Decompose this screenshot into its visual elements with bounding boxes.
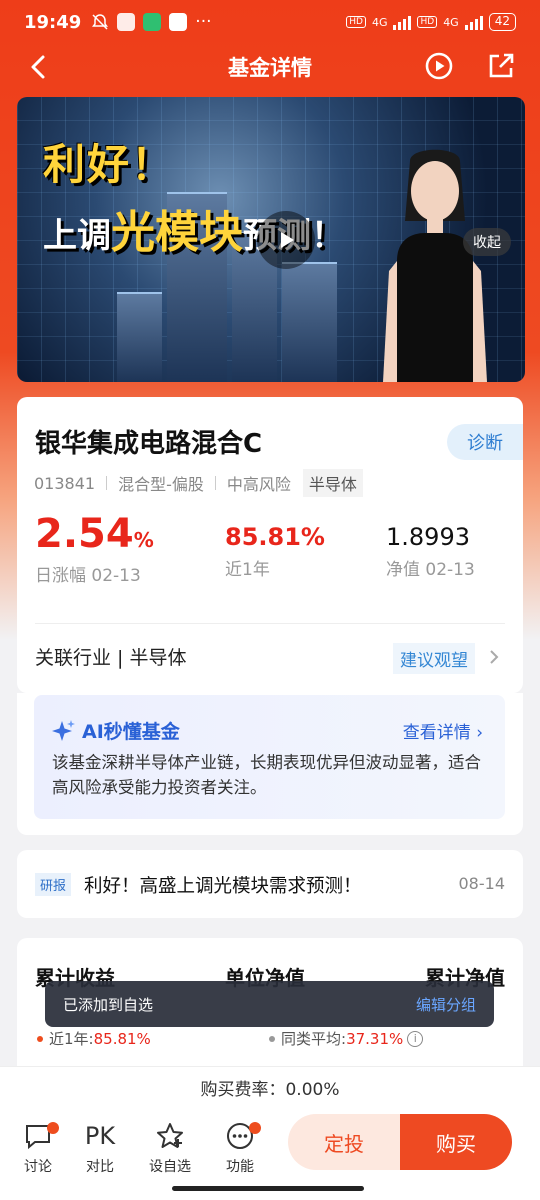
more-dots-icon: ···	[195, 12, 212, 32]
signal-icon	[393, 14, 412, 30]
fund-metrics: 2.54% 日涨幅 02-13 85.81% 近1年 1.8993 净值 02-…	[35, 511, 505, 591]
building-shape	[117, 292, 162, 382]
play-icon	[281, 232, 294, 248]
headline-prefix: 上调	[43, 216, 111, 256]
status-bar: 19:49 ··· HD 4G HD 4G 42	[0, 0, 540, 44]
ai-summary-card: AI秒懂基金 查看详情 › 该基金深耕半导体产业链，长期表现优异但波动显著，适合…	[17, 693, 523, 835]
purchase-fee-text: 购买费率：0.00%	[200, 1080, 340, 1100]
legend-own-label: 近1年:	[49, 1030, 94, 1048]
fund-code: 013841	[34, 473, 96, 493]
network-label-1: 4G	[371, 15, 388, 29]
app58-icon	[169, 13, 188, 31]
chevron-right-icon[interactable]	[487, 647, 501, 667]
fund-risk: 中高风险	[226, 475, 291, 494]
ai-summary-text: 该基金深耕半导体产业链，长期表现优异但波动显著，适合高风险承受能力投资者关注。	[52, 753, 481, 797]
pk-icon: PK	[84, 1122, 116, 1150]
add-watchlist-label: 设自选	[149, 1159, 191, 1175]
nav-bar: 基金详情	[0, 44, 540, 90]
purchase-fee-bar: 购买费率：0.00%	[0, 1066, 540, 1108]
legend-dot-own	[37, 1035, 43, 1042]
network-label-2: 4G	[443, 15, 459, 29]
ai-summary-panel[interactable]: AI秒懂基金 查看详情 › 该基金深耕半导体产业链，长期表现优异但波动显著，适合…	[34, 695, 505, 819]
info-icon[interactable]: i	[407, 1030, 424, 1047]
compare-button[interactable]: PK 对比	[75, 1120, 125, 1176]
ai-detail-link[interactable]: 查看详情 ›	[403, 718, 483, 743]
legend-dot-peer	[269, 1035, 275, 1042]
compare-label: 对比	[86, 1159, 114, 1175]
card-divider	[35, 623, 505, 624]
research-date: 08-14	[458, 874, 506, 893]
shield-app-icon	[143, 13, 162, 31]
ai-title: AI秒懂基金	[52, 717, 180, 744]
battery-icon: 42	[488, 13, 516, 31]
add-watchlist-button[interactable]: 设自选	[145, 1120, 195, 1176]
fund-tags: 013841 混合型-偏股 中高风险 半导体	[34, 469, 363, 497]
presenter-figure	[383, 149, 487, 382]
hd-icon: HD	[346, 16, 366, 28]
toast-message: 已添加到自选	[63, 995, 154, 1014]
ai-detail-label: 查看详情	[402, 723, 471, 743]
status-time: 19:49	[24, 11, 82, 33]
legend-peer-value: 37.31%	[346, 1029, 404, 1048]
ai-title-text: AI秒懂基金	[82, 721, 180, 743]
related-industry[interactable]: 关联行业 | 半导体	[35, 643, 186, 670]
nav-metric: 1.8993 净值 02-13	[386, 511, 475, 580]
app-avatar-icon	[117, 13, 136, 31]
notification-dot	[47, 1122, 59, 1134]
home-indicator[interactable]	[172, 1186, 364, 1191]
toast-notification: 已添加到自选 编辑分组	[45, 981, 494, 1027]
legend-own-value: 85.81%	[93, 1029, 151, 1048]
year-return-value: 85.81%	[225, 523, 325, 551]
daily-change-value: 2.54	[35, 511, 134, 557]
research-title: 利好！高盛上调光模块需求预测！	[84, 876, 362, 897]
discuss-label: 讨论	[24, 1159, 52, 1175]
research-card[interactable]: 研报 利好！高盛上调光模块需求预测！ 08-14	[17, 850, 523, 918]
back-arrow-icon[interactable]	[24, 52, 54, 82]
year-return-label: 近1年	[225, 560, 270, 580]
legend-own: 近1年: 85.81%	[37, 1028, 151, 1049]
research-tag: 研报	[35, 873, 72, 896]
buy-button[interactable]: 购买	[400, 1114, 512, 1170]
building-shape	[282, 262, 337, 382]
advice-badge[interactable]: 建议观望	[393, 643, 475, 674]
video-play-button[interactable]	[257, 211, 315, 269]
nav-value: 1.8993	[386, 523, 470, 551]
mute-icon	[92, 14, 109, 30]
legend-peer-label: 同类平均:	[281, 1030, 347, 1048]
share-icon[interactable]	[486, 51, 516, 81]
daily-change-metric: 2.54% 日涨幅 02-13	[35, 511, 154, 586]
sparkle-icon	[52, 719, 75, 741]
notification-dot	[249, 1122, 261, 1134]
chevron-right-icon: ›	[476, 723, 483, 743]
collapse-button[interactable]: 收起	[463, 228, 511, 256]
bottom-action-bar: 讨论 PK 对比 设自选 功能 定投 购买	[0, 1108, 540, 1200]
video-banner[interactable]: 利好！ 上调 光模块 预测！ 收起	[17, 97, 525, 382]
year-return-metric: 85.81% 近1年	[225, 511, 325, 580]
fixed-investment-button[interactable]: 定投	[288, 1114, 400, 1170]
sector-tag[interactable]: 半导体	[302, 469, 363, 497]
headline-line1: 利好！	[43, 140, 176, 189]
daily-change-unit: %	[133, 528, 154, 552]
fund-info-card: 银华集成电路混合C 诊断 013841 混合型-偏股 中高风险 半导体 2.54…	[17, 397, 523, 693]
status-notification-icons: ···	[91, 12, 212, 32]
signal-icon-2	[464, 14, 483, 30]
legend-peer: 同类平均: 37.31% i	[269, 1028, 424, 1049]
functions-label: 功能	[226, 1159, 254, 1175]
functions-button[interactable]: 功能	[215, 1120, 265, 1176]
fund-type: 混合型-偏股	[118, 475, 204, 494]
tag-divider	[214, 476, 216, 490]
fund-name: 银华集成电路混合C	[35, 429, 263, 459]
status-right: HD 4G HD 4G 42	[346, 13, 516, 31]
discuss-button[interactable]: 讨论	[13, 1120, 63, 1176]
diagnose-button[interactable]: 诊断	[447, 424, 523, 460]
nav-label: 净值 02-13	[386, 560, 475, 580]
daily-change-label: 日涨幅 02-13	[35, 566, 141, 586]
page-title: 基金详情	[228, 56, 312, 80]
star-icon	[157, 1123, 183, 1148]
hd-icon-2: HD	[417, 16, 438, 28]
tag-divider	[106, 476, 108, 490]
edit-group-link[interactable]: 编辑分组	[416, 994, 476, 1015]
play-circle-icon[interactable]	[424, 51, 454, 81]
headline-highlight: 光模块	[111, 207, 243, 258]
